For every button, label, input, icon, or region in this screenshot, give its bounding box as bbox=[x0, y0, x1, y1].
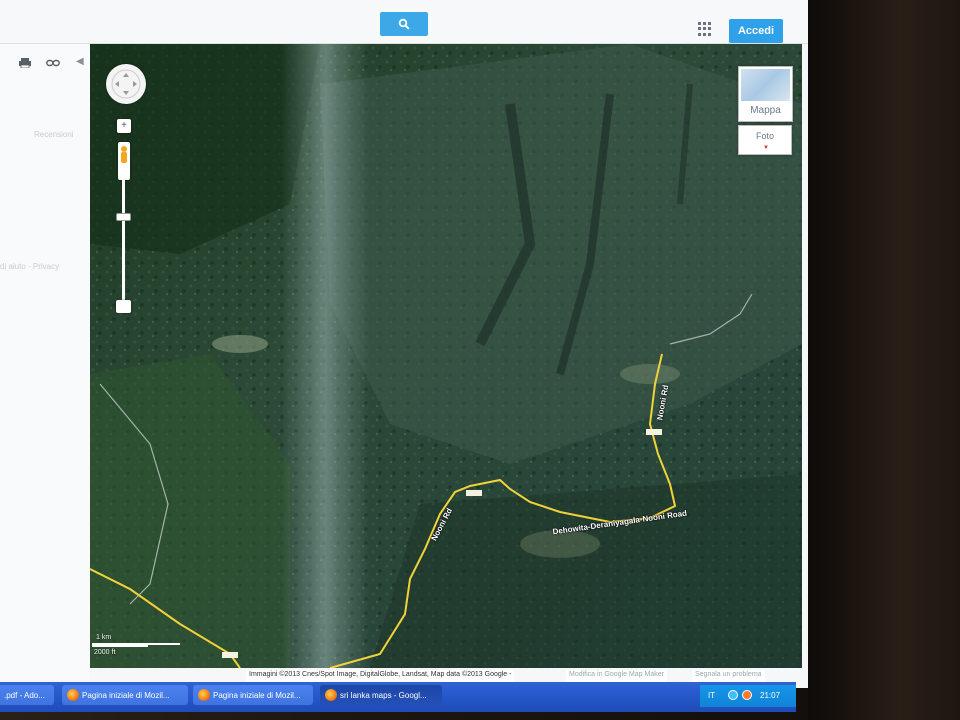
link-icon[interactable] bbox=[46, 58, 60, 68]
map-attribution: Immagini ©2013 Cnes/Spot Image, DigitalG… bbox=[246, 670, 515, 682]
map-scale: 1 km 2000 ft bbox=[92, 634, 182, 660]
firefox-icon bbox=[325, 689, 337, 701]
taskbar: .pdf - Ado... Pagina iniziale di Mozil..… bbox=[0, 682, 796, 712]
taskbar-item-google-maps[interactable]: sri lanka maps - Googl... bbox=[320, 685, 442, 705]
zoom-out-button[interactable] bbox=[116, 300, 131, 313]
pegman-icon[interactable] bbox=[118, 142, 130, 180]
zoom-in-button[interactable]: + bbox=[117, 119, 131, 133]
report-problem-link[interactable]: Segnala un problema bbox=[692, 670, 765, 682]
map-type-map-button[interactable]: Mappa bbox=[738, 66, 793, 122]
scale-imperial: 2000 ft bbox=[94, 649, 116, 656]
monitor-bezel bbox=[808, 0, 960, 720]
firefox-icon bbox=[198, 689, 210, 701]
clock: 21:07 bbox=[760, 691, 781, 700]
photo-of-monitor: Accedi ◀ Recensioni di aiuto - Privacy N… bbox=[0, 0, 960, 720]
reviews-link[interactable]: Recensioni bbox=[34, 130, 74, 139]
system-tray: IT 21:07 bbox=[700, 685, 796, 707]
update-icon[interactable] bbox=[742, 690, 752, 700]
maps-top-bar: Accedi bbox=[0, 0, 808, 44]
map-type-photo-label: Foto bbox=[755, 131, 774, 141]
signin-button[interactable]: Accedi bbox=[729, 19, 783, 43]
map-maker-link[interactable]: Modifica in Google Map Maker bbox=[566, 670, 667, 682]
taskbar-item-mozilla-2[interactable]: Pagina iniziale di Mozil... bbox=[193, 685, 313, 705]
pan-arrows-icon[interactable] bbox=[106, 64, 146, 104]
left-panel: ◀ Recensioni di aiuto - Privacy bbox=[0, 44, 90, 680]
taskbar-item-pdf[interactable]: .pdf - Ado... bbox=[0, 685, 54, 705]
zoom-slider-track[interactable] bbox=[122, 180, 125, 308]
magnifier-icon bbox=[398, 18, 410, 30]
map-type-map-label: Mappa bbox=[750, 105, 781, 116]
network-icon[interactable] bbox=[728, 690, 738, 700]
map-thumbnail bbox=[741, 69, 790, 101]
apps-grid-icon[interactable] bbox=[698, 22, 712, 36]
taskbar-item-mozilla-1[interactable]: Pagina iniziale di Mozil... bbox=[62, 685, 188, 705]
print-icon[interactable] bbox=[18, 58, 32, 68]
scale-metric: 1 km bbox=[96, 634, 112, 641]
language-indicator[interactable]: IT bbox=[708, 691, 715, 700]
help-privacy-link[interactable]: di aiuto - Privacy bbox=[0, 262, 59, 271]
browser-screen: Accedi ◀ Recensioni di aiuto - Privacy N… bbox=[0, 0, 808, 688]
caret-down-icon: ▼ bbox=[763, 145, 769, 151]
firefox-icon bbox=[67, 689, 79, 701]
satellite-imagery bbox=[90, 44, 802, 668]
zoom-slider-thumb[interactable] bbox=[116, 213, 131, 221]
map-type-photo-button[interactable]: Foto ▼ bbox=[738, 125, 792, 155]
search-button[interactable] bbox=[380, 12, 428, 36]
satellite-map[interactable] bbox=[90, 44, 802, 668]
chevron-left-icon[interactable]: ◀ bbox=[76, 56, 84, 67]
